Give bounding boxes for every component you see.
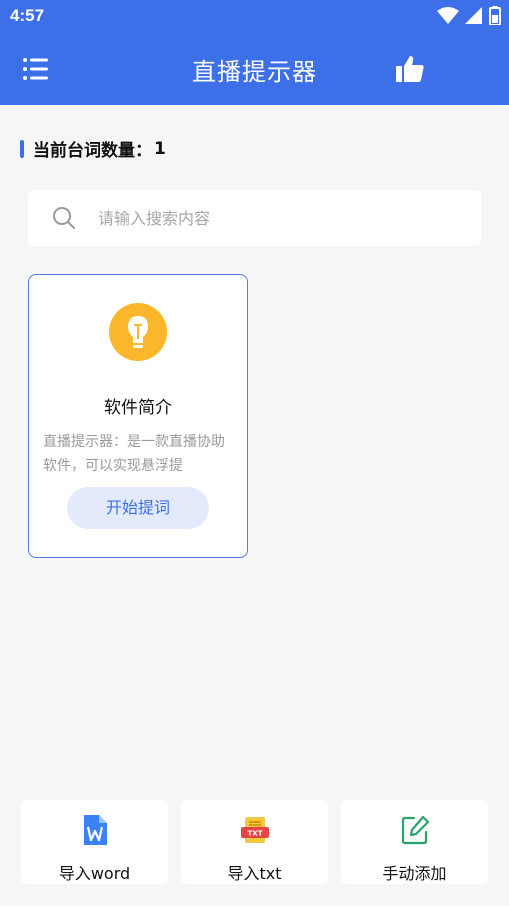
battery-icon — [489, 6, 501, 25]
status-icons — [437, 6, 501, 25]
line-count-value: 1 — [154, 138, 166, 159]
import-word-label: 导入word — [58, 864, 131, 883]
app-title: 直播提示器 — [192, 58, 317, 86]
card-title: 软件简介 — [104, 398, 172, 418]
import-word-button[interactable]: 导入word — [21, 800, 168, 884]
wifi-icon — [437, 6, 459, 24]
line-count-label: 当前台词数量： — [33, 141, 152, 161]
thumbs-up-icon[interactable] — [395, 54, 425, 84]
script-card[interactable]: 软件简介 直播提示器：是一款直播协助软件，可以实现悬浮提 开始提词 — [28, 274, 248, 558]
import-txt-label: 导入txt — [227, 864, 282, 883]
lightbulb-icon — [109, 303, 167, 361]
signal-icon — [465, 6, 482, 24]
import-txt-button[interactable]: TXT 导入txt — [181, 800, 328, 884]
top-bar: 4:57 直播提示器 — [0, 0, 509, 105]
svg-text:TXT: TXT — [248, 830, 263, 838]
edit-icon — [401, 815, 430, 845]
status-time: 4:57 — [10, 6, 45, 25]
word-file-icon — [84, 815, 107, 845]
search-input[interactable] — [98, 198, 458, 238]
line-count-header: 当前台词数量： 1 — [20, 136, 166, 161]
start-prompt-button[interactable]: 开始提词 — [67, 487, 209, 529]
card-description: 直播提示器：是一款直播协助软件，可以实现悬浮提 — [43, 434, 225, 474]
search-icon — [53, 207, 75, 229]
accent-bar — [20, 139, 24, 158]
txt-file-icon: TXT — [241, 817, 269, 843]
manual-add-label: 手动添加 — [382, 864, 447, 883]
manual-add-button[interactable]: 手动添加 — [341, 800, 488, 884]
search-box[interactable] — [28, 190, 481, 246]
